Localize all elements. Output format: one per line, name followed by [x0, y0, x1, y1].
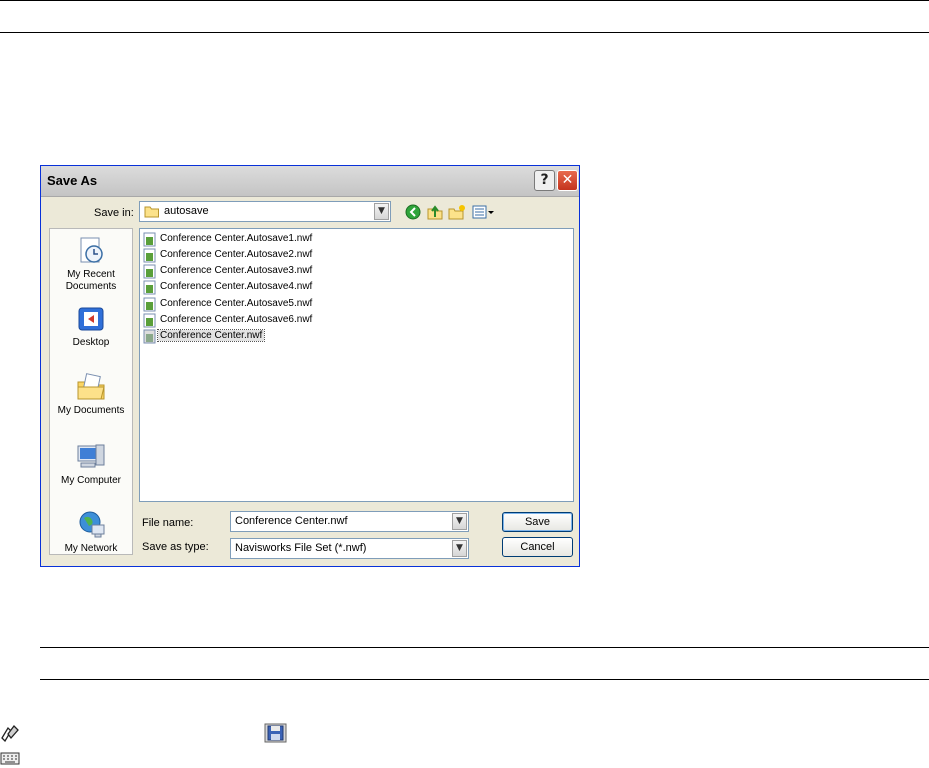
save-in-label: Save in: — [94, 207, 134, 219]
keyboard-icon — [0, 752, 20, 765]
file-name-combo[interactable]: Conference Center.nwf ▼ — [230, 511, 469, 532]
close-button[interactable]: ✕ — [557, 170, 578, 191]
nwf-file-icon — [143, 280, 156, 295]
my-recent-documents-icon — [80, 237, 103, 263]
file-name: Conference Center.Autosave6.nwf — [160, 314, 313, 325]
file-name-value: Conference Center.nwf — [235, 515, 348, 527]
go-back-icon[interactable] — [404, 203, 422, 221]
place-desktop[interactable]: Desktop — [50, 305, 132, 349]
place-label: My Documents — [57, 405, 125, 416]
file-name: Conference Center.Autosave1.nwf — [160, 233, 313, 244]
save-as-type-combo[interactable]: Navisworks File Set (*.nwf) ▼ — [230, 538, 469, 559]
title-bar[interactable]: Save As ? ✕ — [41, 166, 579, 197]
file-name-label: File name: — [142, 517, 194, 529]
chevron-down-icon[interactable]: ▼ — [452, 513, 467, 530]
save-as-dialog: Save As ? ✕ Save in: autosave ▼ My Recen… — [40, 165, 580, 567]
place-label-line2: Documents — [65, 281, 117, 292]
desktop-icon — [78, 307, 104, 331]
folder-icon — [144, 206, 159, 218]
cancel-button[interactable]: Cancel — [502, 537, 573, 557]
file-list[interactable]: Conference Center.Autosave1.nwf Conferen… — [139, 228, 574, 502]
file-name: Conference Center.Autosave4.nwf — [160, 281, 313, 292]
save-as-type-value: Navisworks File Set (*.nwf) — [235, 542, 367, 554]
help-button[interactable]: ? — [534, 170, 555, 191]
new-folder-icon[interactable] — [448, 203, 466, 221]
nwf-file-icon — [143, 264, 156, 279]
file-name: Conference Center.Autosave3.nwf — [160, 265, 313, 276]
file-name: Conference Center.Autosave5.nwf — [160, 298, 313, 309]
ribbon-icon — [1, 725, 19, 742]
place-my-documents[interactable]: My Documents — [50, 371, 132, 417]
bottom-rule-2 — [40, 679, 929, 680]
place-label: My Recent — [67, 269, 115, 280]
bottom-rule — [40, 647, 929, 648]
nwf-file-icon — [143, 297, 156, 312]
place-my-recent-documents[interactable]: My Recent Documents — [50, 235, 132, 293]
chevron-down-icon[interactable]: ▼ — [452, 540, 467, 557]
save-in-combo[interactable]: autosave ▼ — [139, 201, 391, 222]
chevron-down-icon[interactable]: ▼ — [374, 203, 389, 220]
places-bar: My Recent Documents Desktop My Documents — [49, 228, 133, 555]
place-my-computer[interactable]: My Computer — [50, 441, 132, 487]
nwf-file-icon — [143, 329, 156, 344]
my-documents-icon — [77, 373, 105, 400]
my-network-icon — [79, 511, 105, 538]
top-rule-2 — [0, 32, 929, 33]
nwf-file-icon — [143, 313, 156, 328]
save-in-value: autosave — [164, 205, 209, 217]
place-label: My Computer — [60, 475, 121, 486]
save-as-type-label: Save as type: — [142, 541, 209, 553]
file-name: Conference Center.nwf — [156, 329, 266, 342]
place-label: My Network — [64, 543, 118, 554]
file-name: Conference Center.Autosave2.nwf — [160, 249, 313, 260]
nwf-file-icon — [143, 248, 156, 263]
up-folder-icon[interactable] — [426, 203, 444, 221]
place-label: Desktop — [72, 337, 110, 348]
save-button[interactable]: Save — [502, 512, 573, 532]
top-rule — [0, 0, 929, 1]
nwf-file-icon — [143, 232, 156, 247]
save-icon — [264, 723, 287, 743]
my-computer-icon — [77, 444, 105, 468]
dialog-title: Save As — [47, 173, 98, 188]
place-my-network[interactable]: My Network — [50, 509, 132, 555]
views-menu-icon[interactable] — [471, 203, 495, 221]
